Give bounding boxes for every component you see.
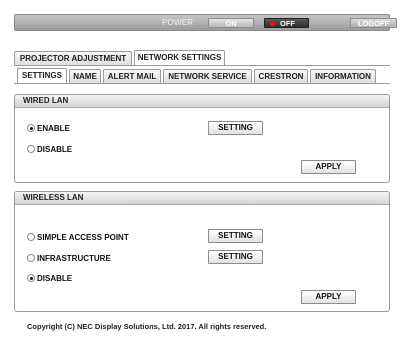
sub-tab-divider bbox=[14, 83, 390, 84]
tab-projector-adjustment[interactable]: PROJECTOR ADJUSTMENT bbox=[14, 51, 132, 65]
wireless-setting-button-1[interactable]: SETTING bbox=[208, 229, 263, 243]
radio-icon[interactable] bbox=[27, 124, 35, 132]
power-off-button[interactable]: OFF bbox=[264, 18, 309, 28]
subtab-alert-mail[interactable]: ALERT MAIL bbox=[103, 69, 161, 83]
logoff-button[interactable]: LOGOFF bbox=[350, 18, 397, 28]
radio-icon[interactable] bbox=[27, 233, 35, 241]
wireless-lan-title: WIRELESS LAN bbox=[15, 192, 389, 205]
power-off-label: OFF bbox=[280, 19, 295, 28]
subtab-name[interactable]: NAME bbox=[69, 69, 101, 83]
wired-setting-button[interactable]: SETTING bbox=[208, 121, 263, 135]
radio-icon[interactable] bbox=[27, 274, 35, 282]
wired-enable-option[interactable]: ENABLE bbox=[27, 124, 70, 133]
wireless-disable-option[interactable]: DISABLE bbox=[27, 274, 72, 283]
subtab-crestron[interactable]: CRESTRON bbox=[254, 69, 308, 83]
power-off-indicator-icon bbox=[270, 21, 275, 26]
copyright-text: Copyright (C) NEC Display Solutions, Ltd… bbox=[27, 322, 267, 331]
wired-disable-option[interactable]: DISABLE bbox=[27, 145, 72, 154]
wireless-disable-label: DISABLE bbox=[37, 274, 73, 283]
power-on-button[interactable]: ON bbox=[208, 18, 254, 28]
power-label: POWER bbox=[162, 18, 194, 27]
wired-apply-button[interactable]: APPLY bbox=[301, 160, 356, 174]
wireless-infrastructure-label: INFRASTRUCTURE bbox=[37, 254, 111, 263]
wireless-simple-ap-label: SIMPLE ACCESS POINT bbox=[37, 233, 129, 242]
subtab-information[interactable]: INFORMATION bbox=[310, 69, 376, 83]
wired-lan-title: WIRED LAN bbox=[15, 95, 389, 108]
wireless-simple-ap-option[interactable]: SIMPLE ACCESS POINT bbox=[27, 233, 129, 242]
wireless-lan-panel: WIRELESS LAN SIMPLE ACCESS POINT INFRAST… bbox=[14, 191, 390, 312]
subtab-network-service[interactable]: NETWORK SERVICE bbox=[163, 69, 252, 83]
radio-icon[interactable] bbox=[27, 254, 35, 262]
wireless-infrastructure-option[interactable]: INFRASTRUCTURE bbox=[27, 254, 111, 263]
subtab-settings[interactable]: SETTINGS bbox=[17, 68, 67, 83]
main-tab-divider bbox=[14, 65, 390, 66]
wireless-apply-button[interactable]: APPLY bbox=[301, 290, 356, 304]
wireless-setting-button-2[interactable]: SETTING bbox=[208, 250, 263, 264]
radio-icon[interactable] bbox=[27, 145, 35, 153]
wired-lan-panel: WIRED LAN ENABLE DISABLE SETTING APPLY bbox=[14, 94, 390, 183]
wired-enable-label: ENABLE bbox=[37, 124, 70, 133]
power-bar: POWER ON OFF LOGOFF bbox=[14, 14, 397, 31]
tab-network-settings[interactable]: NETWORK SETTINGS bbox=[134, 50, 225, 65]
wired-disable-label: DISABLE bbox=[37, 145, 73, 154]
